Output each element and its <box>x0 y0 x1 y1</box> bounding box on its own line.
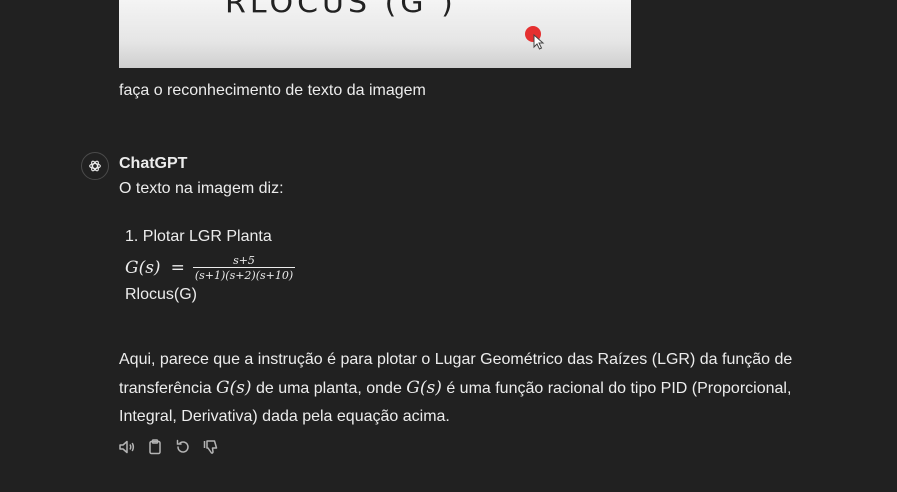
math-g-of-s-2: G(s) <box>406 378 442 398</box>
chat-page: RLOCUS (G ) faça o reconhecimento de tex… <box>0 0 897 492</box>
assistant-intro: O texto na imagem diz: <box>119 180 284 197</box>
formula-numerator: s+5 <box>233 254 255 267</box>
formula-denominator: (s+1)(s+2)(s+10) <box>192 267 296 282</box>
assistant-name: ChatGPT <box>119 155 188 172</box>
formula-lhs: G(s) <box>125 258 161 278</box>
mouse-cursor-icon <box>533 34 545 50</box>
handwritten-text: RLOCUS (G ) <box>225 0 457 21</box>
formula-equals: = <box>170 258 185 278</box>
openai-logo-icon <box>89 160 101 172</box>
read-aloud-button[interactable] <box>117 437 137 457</box>
math-g-of-s-1: G(s) <box>215 378 252 398</box>
copy-button[interactable] <box>145 437 165 457</box>
chatgpt-avatar <box>81 152 109 180</box>
formula-fraction: s+5 (s+1)(s+2)(s+10) <box>192 254 296 282</box>
list-item: 1. Plotar LGR Planta <box>125 228 272 245</box>
speaker-icon <box>119 440 135 454</box>
thumbs-down-icon <box>203 440 218 454</box>
regenerate-button[interactable] <box>173 437 193 457</box>
attached-image[interactable]: RLOCUS (G ) <box>119 0 631 68</box>
rlocus-line: Rlocus(G) <box>125 286 198 303</box>
clipboard-icon <box>149 439 161 455</box>
paragraph-part-2: de uma planta, onde <box>251 380 407 397</box>
refresh-icon <box>176 439 189 453</box>
bad-response-button[interactable] <box>201 437 221 457</box>
message-actions <box>117 437 221 457</box>
transfer-function-formula: G(s) = s+5 (s+1)(s+2)(s+10) <box>125 254 296 282</box>
explanation-paragraph: Aqui, parece que a instrução é para plot… <box>119 346 819 431</box>
user-message: faça o reconhecimento de texto da imagem <box>119 82 426 99</box>
